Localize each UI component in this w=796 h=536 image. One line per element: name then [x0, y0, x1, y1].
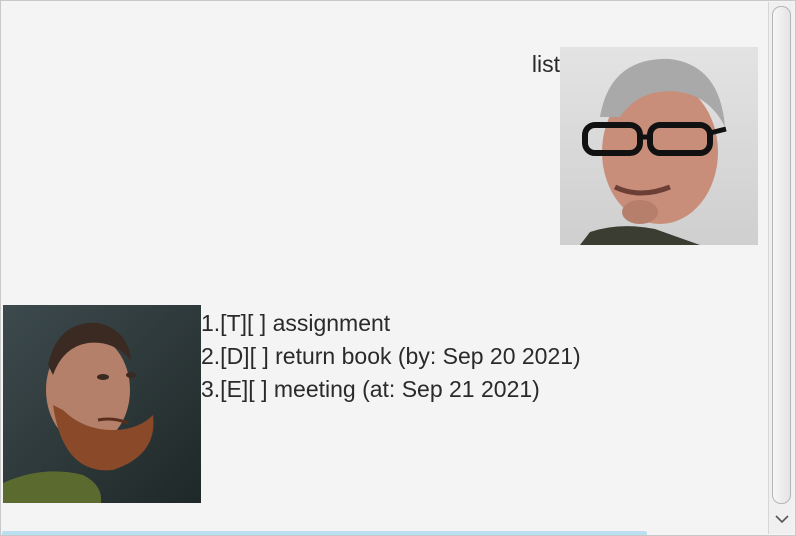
bot-avatar: [3, 305, 201, 503]
bot-dialog-box: 1.[T][ ] assignment 2.[D][ ] return book…: [3, 305, 581, 503]
user-message-text: list: [531, 51, 560, 77]
chevron-down-icon[interactable]: [775, 514, 789, 524]
task-list-item: 1.[T][ ] assignment: [201, 310, 391, 336]
input-field-top-edge[interactable]: [2, 531, 647, 535]
vertical-scrollbar[interactable]: [768, 2, 794, 534]
task-list-item: 2.[D][ ] return book (by: Sep 20 2021): [201, 343, 581, 369]
chat-window: list 1.[T][] assignment 2.[D][] return…: [0, 0, 796, 536]
user-dialog-box: list: [532, 47, 758, 245]
bot-message-text: 1.[T][ ] assignment 2.[D][ ] return book…: [201, 307, 581, 406]
scrollbar-thumb[interactable]: [772, 6, 791, 504]
user-avatar: [560, 47, 758, 245]
dialog-container: list 1.[T][] assignment 2.[D][] return…: [2, 2, 768, 532]
task-list-item: 3.[E][ ] meeting (at: Sep 21 2021): [201, 376, 540, 402]
